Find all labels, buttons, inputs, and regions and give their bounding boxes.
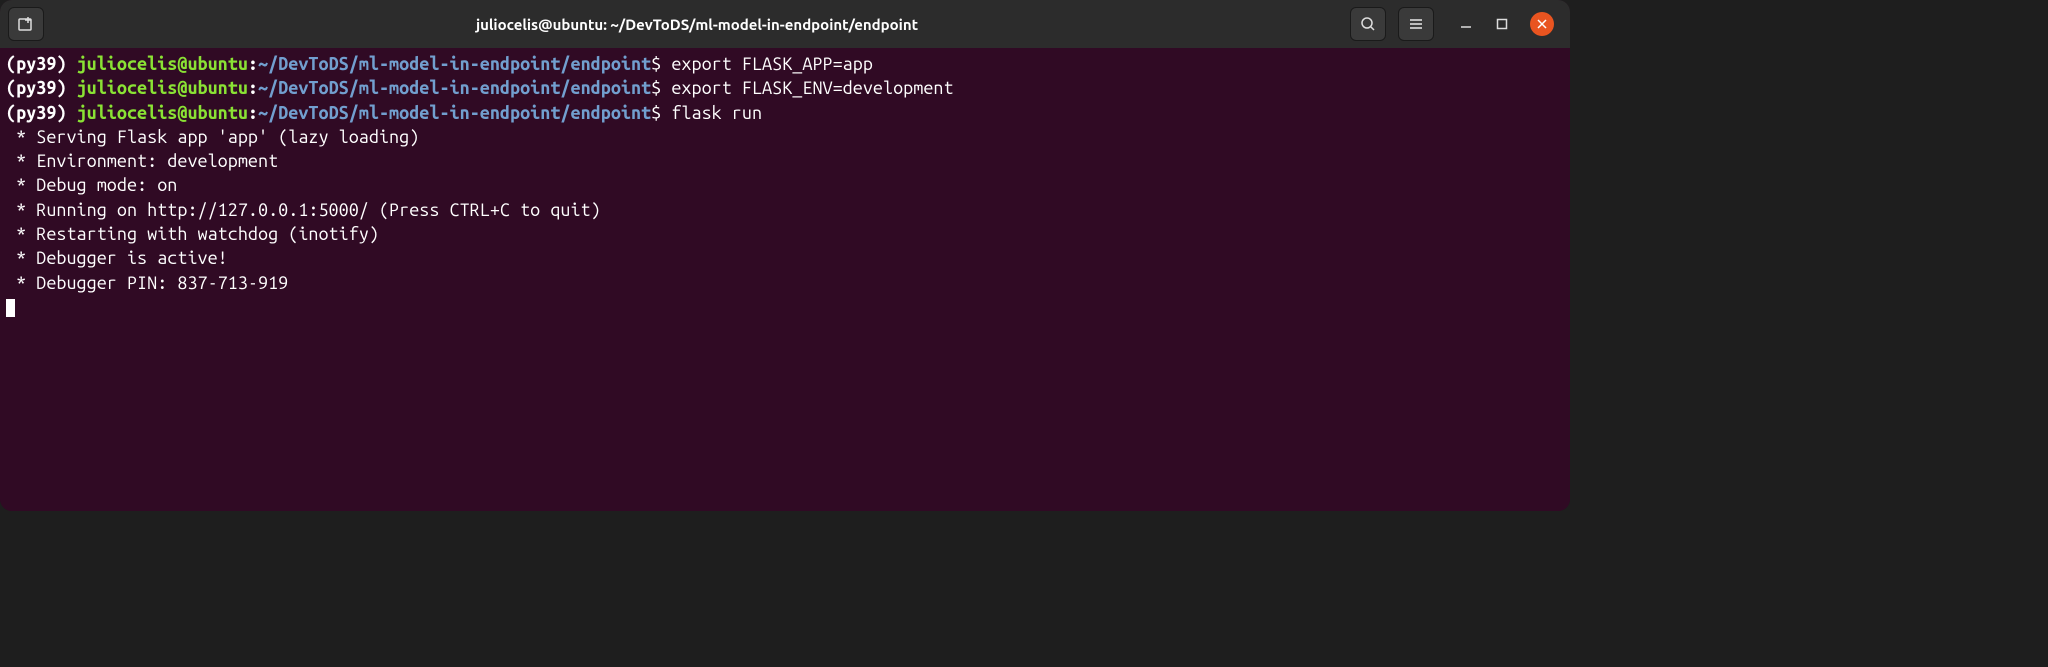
command-3: flask run [671,103,762,123]
cursor [6,299,15,317]
titlebar-left [8,7,44,41]
dollar: $ [651,54,661,74]
close-button[interactable] [1530,12,1554,36]
hamburger-icon [1408,16,1424,32]
path: ~/DevToDS/ml-model-in-endpoint/endpoint [258,103,651,123]
terminal-body[interactable]: (py39) juliocelis@ubuntu:~/DevToDS/ml-mo… [0,48,1570,511]
cursor-line [6,295,1564,319]
new-tab-icon [17,15,35,33]
search-icon [1360,16,1376,32]
colon: : [248,78,258,98]
maximize-icon [1496,18,1508,30]
user-host: juliocelis@ubuntu [77,78,248,98]
window-controls [1458,12,1554,36]
user-host: juliocelis@ubuntu [77,103,248,123]
new-tab-button[interactable] [8,7,44,41]
output-line: * Debug mode: on [6,173,1564,197]
prompt-line-1: (py39) juliocelis@ubuntu:~/DevToDS/ml-mo… [6,52,1564,76]
venv-prefix: (py39) [6,103,77,123]
venv-prefix: (py39) [6,78,77,98]
colon: : [248,103,258,123]
output-line: * Debugger is active! [6,246,1564,270]
path: ~/DevToDS/ml-model-in-endpoint/endpoint [258,78,651,98]
minimize-icon [1460,18,1472,30]
user-host: juliocelis@ubuntu [77,54,248,74]
window-title: juliocelis@ubuntu: ~/DevToDS/ml-model-in… [52,16,1342,33]
titlebar: juliocelis@ubuntu: ~/DevToDS/ml-model-in… [0,0,1570,48]
output-line: * Restarting with watchdog (inotify) [6,222,1564,246]
output-line: * Debugger PIN: 837-713-919 [6,271,1564,295]
terminal-window: juliocelis@ubuntu: ~/DevToDS/ml-model-in… [0,0,1570,511]
command-1: export FLASK_APP=app [671,54,873,74]
prompt-line-2: (py39) juliocelis@ubuntu:~/DevToDS/ml-mo… [6,76,1564,100]
dollar: $ [651,78,661,98]
output-line: * Environment: development [6,149,1564,173]
maximize-button[interactable] [1494,16,1510,32]
command-2: export FLASK_ENV=development [671,78,953,98]
titlebar-right [1350,7,1562,41]
dollar: $ [651,103,661,123]
menu-button[interactable] [1398,7,1434,41]
search-button[interactable] [1350,7,1386,41]
close-icon [1537,19,1547,29]
path: ~/DevToDS/ml-model-in-endpoint/endpoint [258,54,651,74]
output-line: * Running on http://127.0.0.1:5000/ (Pre… [6,198,1564,222]
output-line: * Serving Flask app 'app' (lazy loading) [6,125,1564,149]
venv-prefix: (py39) [6,54,77,74]
colon: : [248,54,258,74]
prompt-line-3: (py39) juliocelis@ubuntu:~/DevToDS/ml-mo… [6,101,1564,125]
minimize-button[interactable] [1458,16,1474,32]
